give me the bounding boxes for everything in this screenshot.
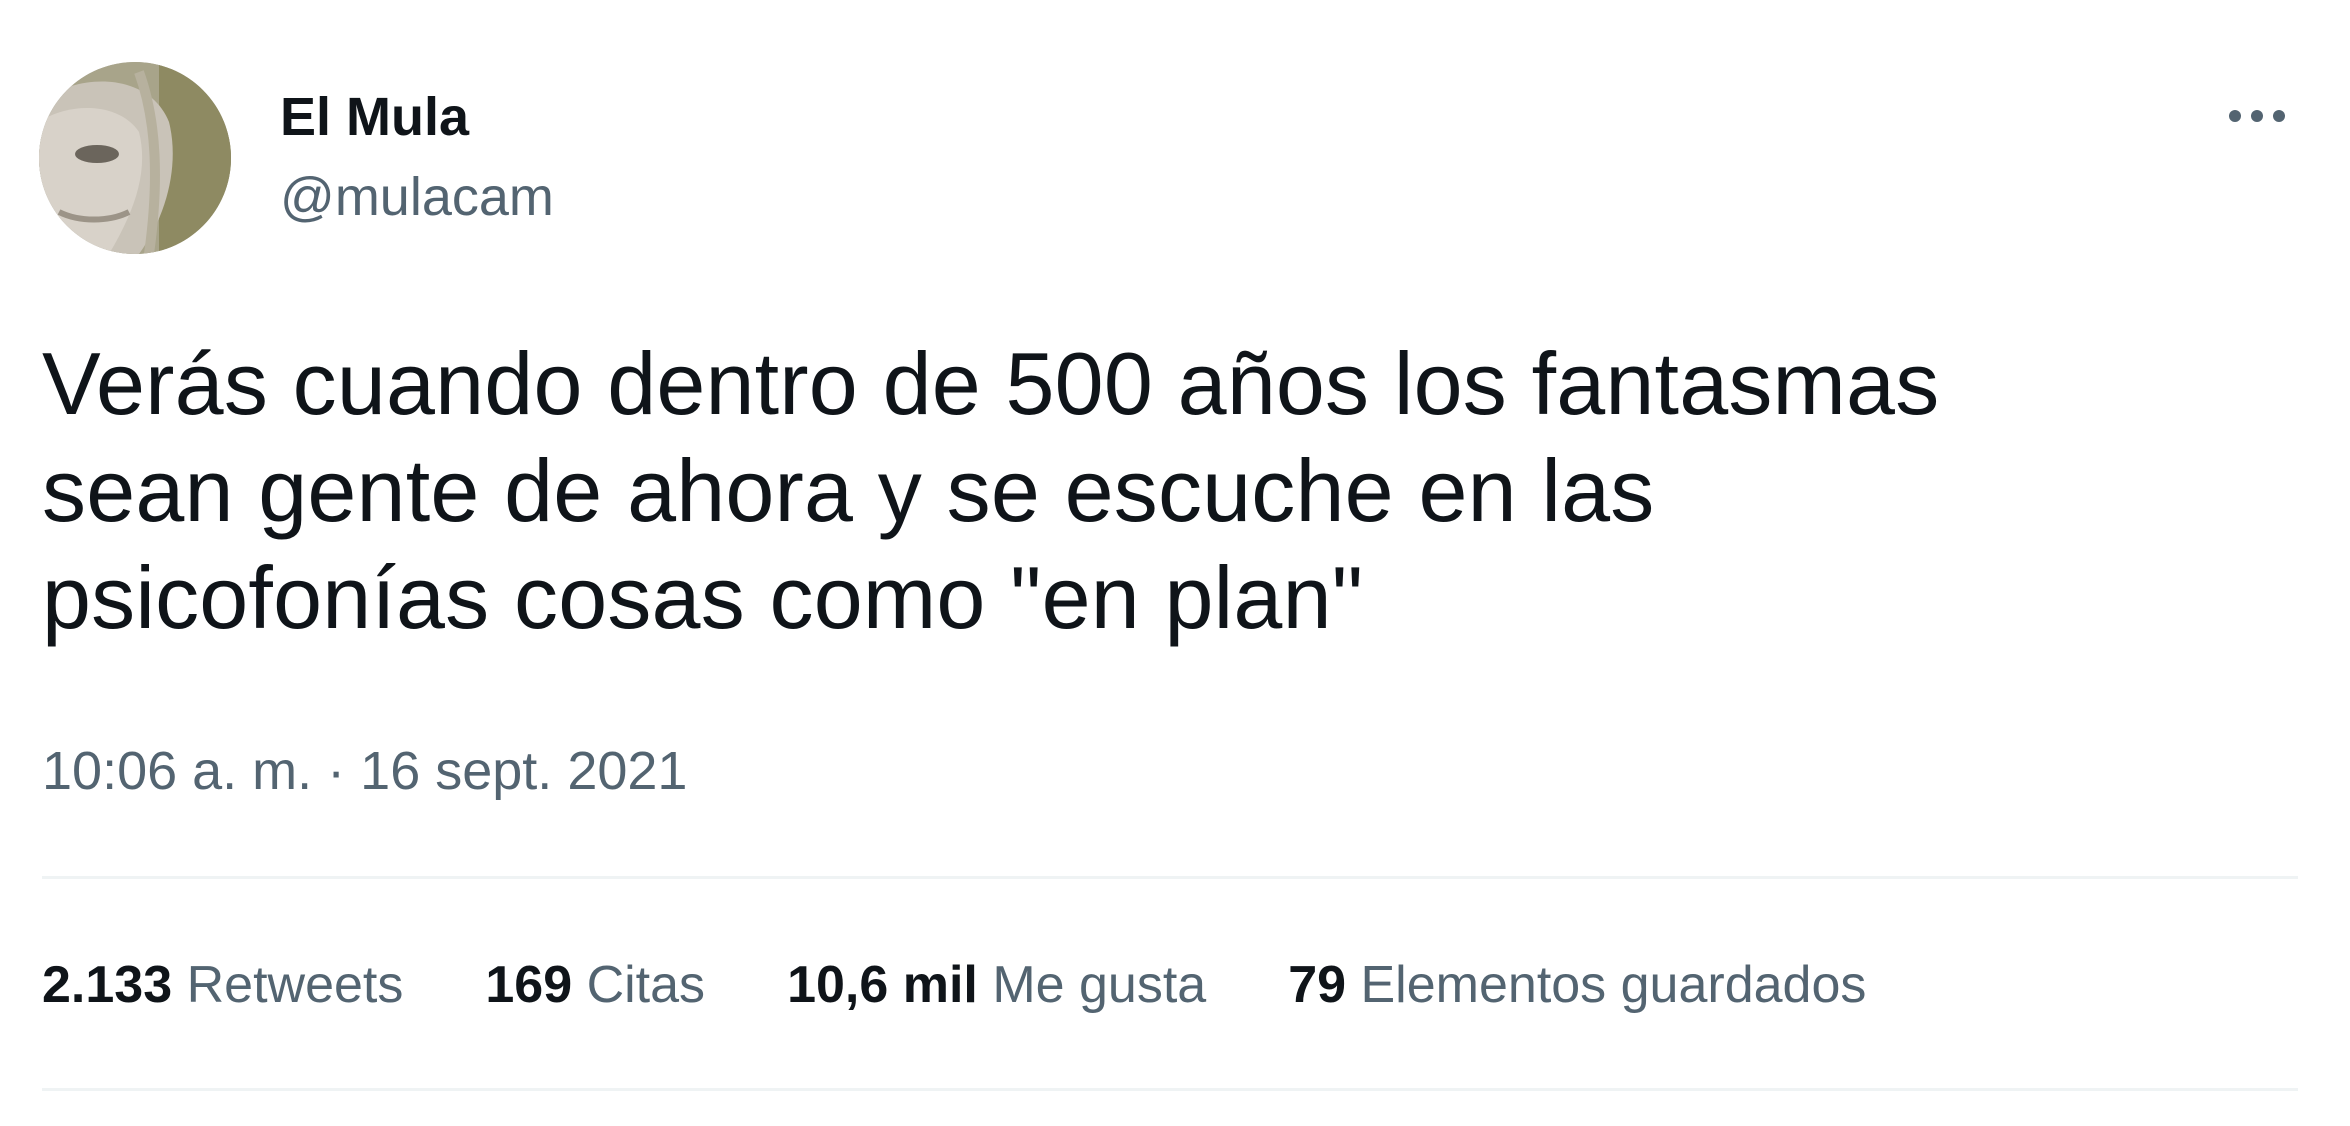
more-options-button[interactable]: [2218, 88, 2296, 144]
stat-bookmarks-label: Elementos guardados: [1360, 956, 1867, 1014]
stat-likes-count: 10,6 mil: [787, 956, 978, 1014]
engagement-stats: 2.133 Retweets 169 Citas 10,6 mil Me gus…: [42, 952, 1948, 1018]
tweet-timestamp[interactable]: 10:06 a. m. · 16 sept. 2021: [42, 738, 687, 804]
divider: [42, 876, 2298, 879]
tweet-text: Verás cuando dentro de 500 años los fant…: [42, 334, 1940, 647]
stat-quotes-label: Citas: [586, 956, 706, 1014]
tweet-card: El Mula @mulacam Verás cuando dentro de …: [0, 0, 2350, 1126]
stat-likes[interactable]: 10,6 mil Me gusta: [787, 952, 1206, 1018]
stat-retweets-label: Retweets: [186, 956, 404, 1014]
divider: [42, 1088, 2298, 1091]
avatar-photo: [39, 62, 231, 254]
avatar[interactable]: [39, 62, 231, 254]
stat-retweets[interactable]: 2.133 Retweets: [42, 952, 403, 1018]
stat-quotes[interactable]: 169 Citas: [485, 952, 705, 1018]
more-horizontal-icon: [2229, 110, 2285, 122]
author-handle[interactable]: @mulacam: [280, 164, 554, 230]
author-display-name[interactable]: El Mula: [280, 84, 469, 150]
timestamp-separator: ·: [312, 741, 361, 801]
stat-retweets-count: 2.133: [42, 956, 173, 1014]
stat-likes-label: Me gusta: [992, 956, 1207, 1014]
stat-bookmarks-count: 79: [1288, 956, 1347, 1014]
tweet-time[interactable]: 10:06 a. m.: [42, 741, 312, 801]
tweet-date[interactable]: 16 sept. 2021: [360, 741, 687, 801]
stat-bookmarks[interactable]: 79 Elementos guardados: [1288, 952, 1866, 1018]
stat-quotes-count: 169: [485, 956, 573, 1014]
